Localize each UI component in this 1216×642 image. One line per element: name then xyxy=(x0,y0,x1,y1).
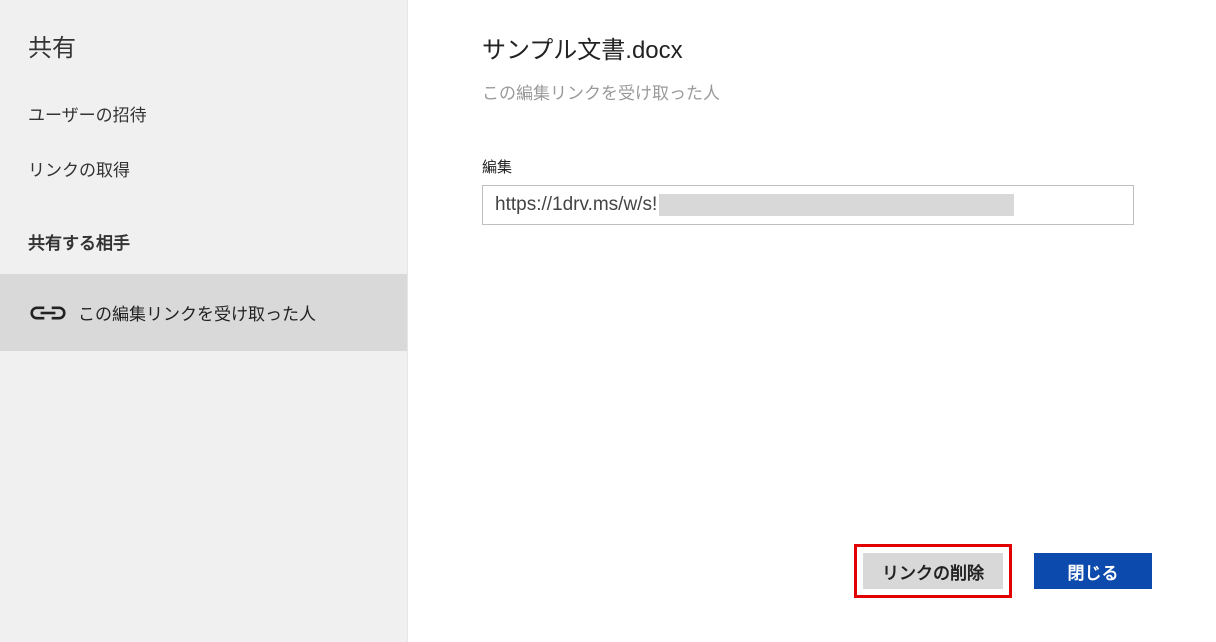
share-url-masked xyxy=(659,194,1014,216)
close-button[interactable]: 閉じる xyxy=(1034,553,1152,589)
delete-link-highlight: リンクの削除 xyxy=(854,544,1012,598)
link-icon xyxy=(28,301,68,325)
sidebar-title: 共有 xyxy=(0,28,407,93)
shared-item-label: この編集リンクを受け取った人 xyxy=(78,300,316,325)
shared-item-edit-link[interactable]: この編集リンクを受け取った人 xyxy=(0,274,407,351)
share-url-input[interactable]: https://1drv.ms/w/s! xyxy=(482,185,1134,225)
delete-link-button[interactable]: リンクの削除 xyxy=(863,553,1003,589)
menu-get-link[interactable]: リンクの取得 xyxy=(0,148,407,189)
menu-invite-users[interactable]: ユーザーの招待 xyxy=(0,93,407,134)
share-url-text: https://1drv.ms/w/s! xyxy=(495,194,657,216)
shared-with-label: 共有する相手 xyxy=(0,229,407,254)
share-sidebar: 共有 ユーザーの招待 リンクの取得 共有する相手 この編集リンクを受け取った人 xyxy=(0,0,408,642)
url-field-label: 編集 xyxy=(482,156,1152,177)
document-subtitle: この編集リンクを受け取った人 xyxy=(482,79,1152,104)
document-title: サンプル文書.docx xyxy=(482,30,1152,65)
dialog-footer: リンクの削除 閉じる xyxy=(854,544,1152,598)
main-panel: サンプル文書.docx この編集リンクを受け取った人 編集 https://1d… xyxy=(408,0,1216,642)
